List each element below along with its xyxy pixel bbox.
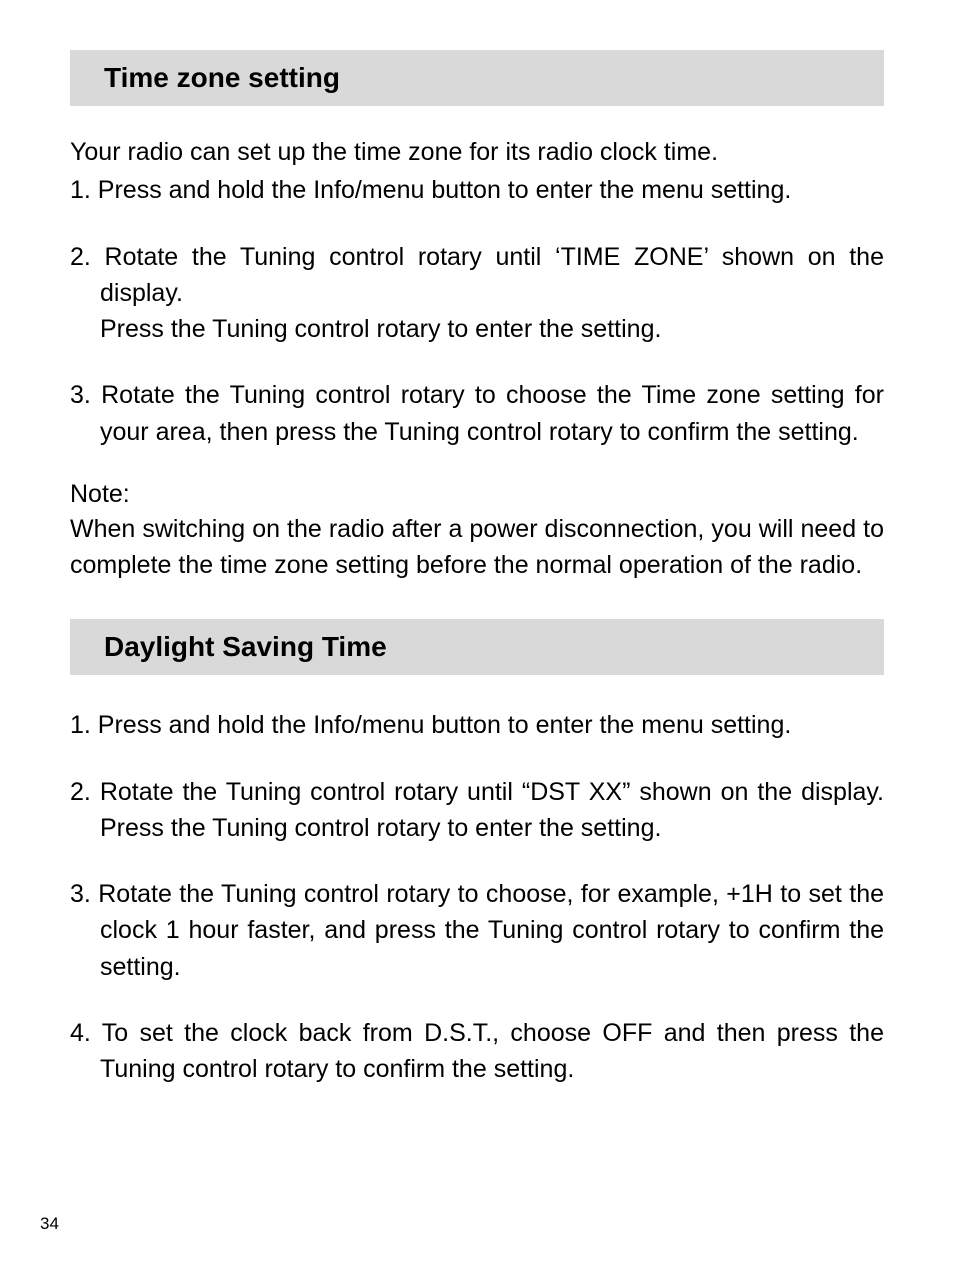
dst-step-4: 4. To set the clock back from D.S.T., ch… <box>70 1015 884 1088</box>
timezone-step-2-line2: Press the Tuning control rotary to enter… <box>70 311 884 347</box>
timezone-step-1: 1. Press and hold the Info/menu button t… <box>70 172 884 208</box>
dst-step-3: 3. Rotate the Tuning control rotary to c… <box>70 876 884 985</box>
timezone-step-2-line1: 2. Rotate the Tuning control rotary unti… <box>70 239 884 312</box>
dst-step-2: 2. Rotate the Tuning control rotary unti… <box>70 774 884 847</box>
intro-text: Your radio can set up the time zone for … <box>70 134 884 170</box>
section-heading-timezone: Time zone setting <box>70 50 884 106</box>
dst-step-1: 1. Press and hold the Info/menu button t… <box>70 707 884 743</box>
timezone-step-3: 3. Rotate the Tuning control rotary to c… <box>70 377 884 450</box>
page-number: 34 <box>40 1214 59 1234</box>
note-body: When switching on the radio after a powe… <box>70 511 884 584</box>
note-label: Note: <box>70 480 884 509</box>
manual-page: Time zone setting Your radio can set up … <box>0 0 954 1272</box>
section-heading-dst: Daylight Saving Time <box>70 619 884 675</box>
